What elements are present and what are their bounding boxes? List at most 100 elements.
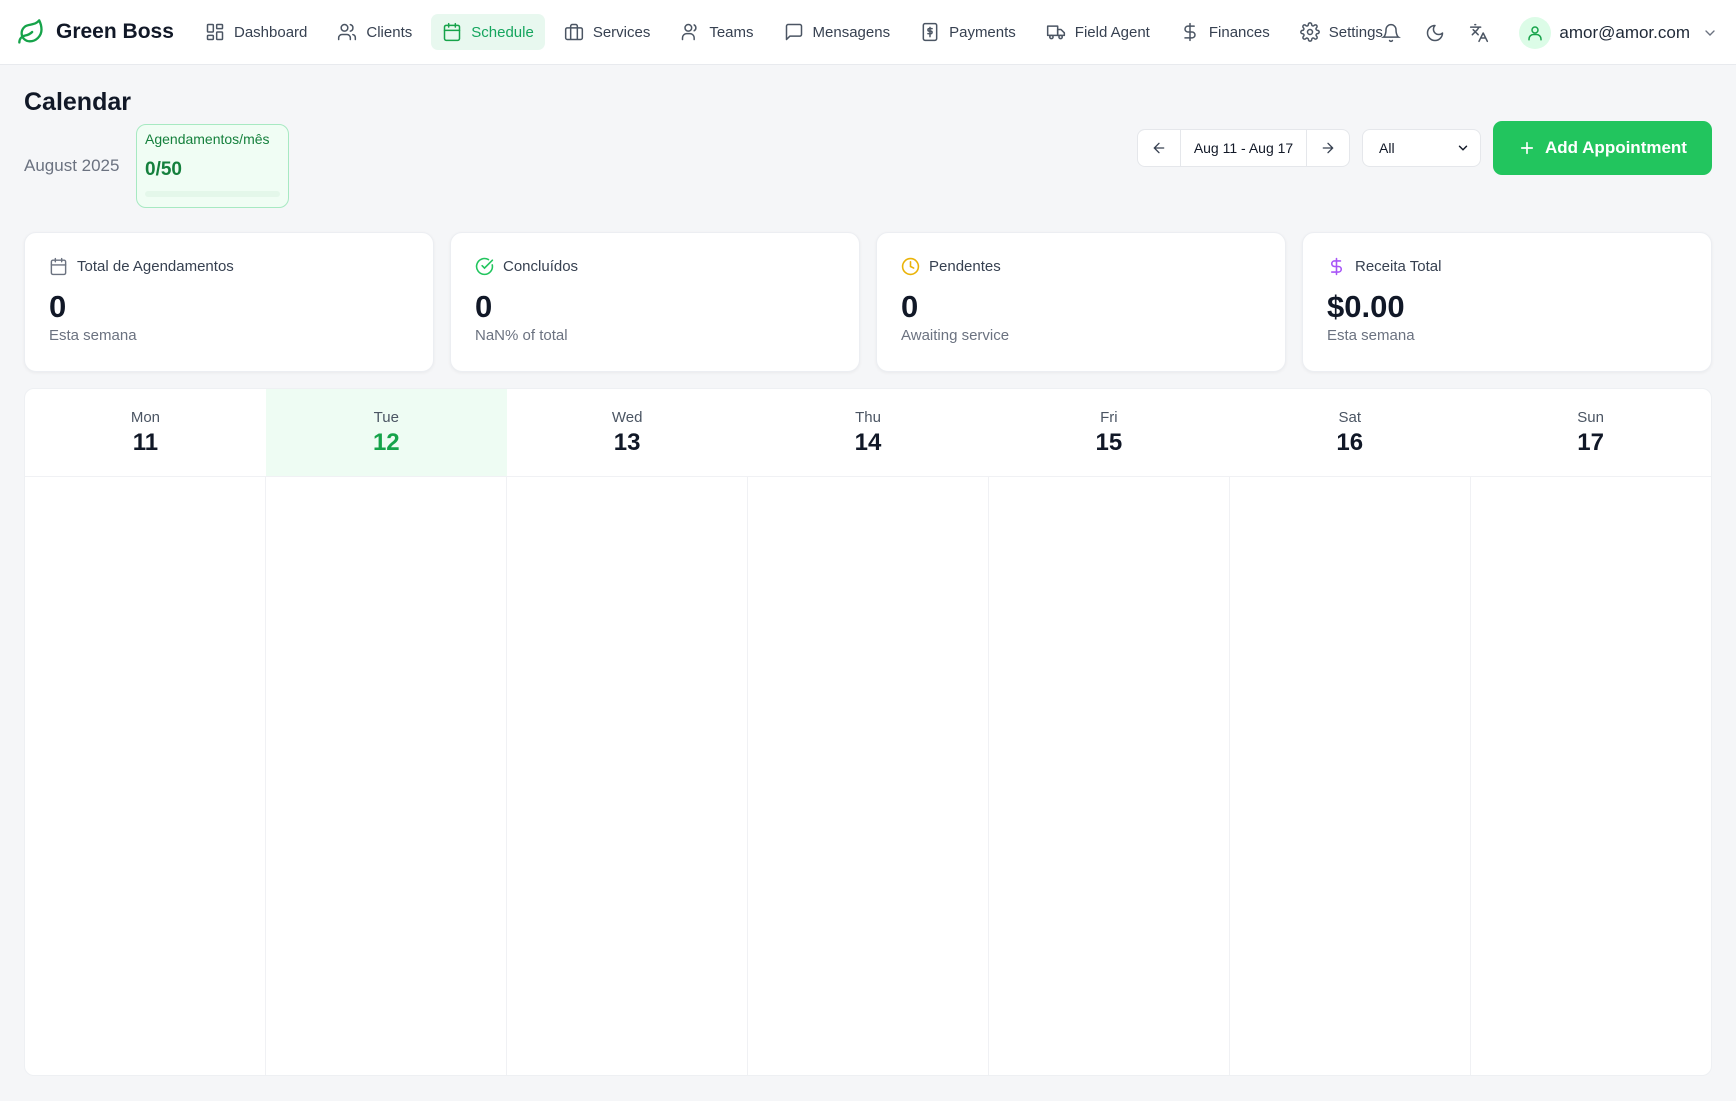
theme-toggle-button[interactable] <box>1421 19 1449 47</box>
bell-icon <box>1381 23 1402 42</box>
day-column-thu[interactable] <box>748 477 989 1075</box>
calendar-header: Mon 11 Tue 12 Wed 13 Thu 14 Fri 15 Sat 1… <box>25 389 1711 477</box>
week-calendar: Mon 11 Tue 12 Wed 13 Thu 14 Fri 15 Sat 1… <box>24 388 1712 1076</box>
day-column-sun[interactable] <box>1471 477 1711 1075</box>
nav-item-label: Services <box>592 23 651 41</box>
week-range-label: Aug 11 - Aug 17 <box>1180 130 1307 166</box>
page-title: Calendar <box>24 88 131 116</box>
day-number: 12 <box>372 428 400 456</box>
day-number: 13 <box>613 428 641 456</box>
day-column-tue[interactable] <box>266 477 507 1075</box>
add-appointment-label: Add Appointment <box>1545 138 1687 157</box>
quota-value: 0/50 <box>145 159 182 180</box>
stat-value: 0 <box>49 289 67 324</box>
dollar-icon <box>1330 257 1342 276</box>
nav-item-services[interactable]: Services <box>553 14 662 50</box>
day-column-sat[interactable] <box>1230 477 1471 1075</box>
stat-label: Concluídos <box>503 258 579 275</box>
truck-icon <box>1046 25 1065 40</box>
receipt-icon <box>922 22 938 42</box>
stat-subtext: Esta semana <box>1327 327 1415 344</box>
stat-value: $0.00 <box>1327 289 1405 324</box>
user-menu[interactable]: amor@amor.com <box>1519 16 1718 49</box>
chevron-down-icon <box>1458 145 1468 151</box>
notifications-button[interactable] <box>1377 19 1405 47</box>
nav-item-clients[interactable]: Clients <box>326 14 423 50</box>
calendar-icon <box>50 257 67 276</box>
stat-label: Total de Agendamentos <box>77 258 234 275</box>
nav-item-label: Schedule <box>471 23 534 41</box>
brand-name: Green Boss <box>56 20 174 43</box>
arrow-left-icon <box>1153 142 1165 154</box>
day-name: Thu <box>855 408 881 426</box>
nav-item-payments[interactable]: Payments <box>909 14 1027 50</box>
stat-subtext: Awaiting service <box>901 327 1010 344</box>
chevron-down-icon <box>1705 29 1715 36</box>
nav-item-field-agent[interactable]: Field Agent <box>1035 14 1161 50</box>
main-nav: Dashboard Clients Schedule Services Team… <box>194 0 1402 64</box>
day-name: Mon <box>130 408 161 426</box>
day-number: 16 <box>1336 428 1364 456</box>
day-number: 17 <box>1577 428 1604 456</box>
day-header-sat[interactable]: Sat 16 <box>1229 389 1470 476</box>
day-header-fri[interactable]: Fri 15 <box>988 389 1229 476</box>
translate-icon <box>1470 23 1489 42</box>
brand[interactable]: Green Boss <box>16 17 194 47</box>
month-label: August 2025 <box>24 156 120 175</box>
next-week-button[interactable] <box>1307 130 1349 166</box>
quota-label: Agendamentos/mês <box>145 131 270 147</box>
nav-item-teams[interactable]: Teams <box>669 14 764 50</box>
nav-item-label: Dashboard <box>234 23 308 41</box>
day-number: 15 <box>1095 428 1123 456</box>
monthly-quota-card: Agendamentos/mês 0/50 <box>136 124 289 208</box>
check-circle-icon <box>475 257 494 276</box>
message-icon <box>785 23 802 41</box>
stat-label: Receita Total <box>1355 258 1442 275</box>
team-icon <box>682 23 697 41</box>
week-navigator: Aug 11 - Aug 17 <box>1137 129 1350 167</box>
calendar-body <box>25 477 1711 1075</box>
language-button[interactable] <box>1465 19 1493 47</box>
day-header-mon[interactable]: Mon 11 <box>25 389 266 476</box>
dollar-icon <box>1184 22 1196 42</box>
stats-row: Total de Agendamentos 0 Esta semana Conc… <box>24 232 1712 372</box>
day-column-mon[interactable] <box>25 477 266 1075</box>
day-name: Tue <box>373 408 399 426</box>
stat-subtext: NaN% of total <box>475 327 568 344</box>
day-header-tue[interactable]: Tue 12 <box>265 389 507 476</box>
top-navigation-bar: Green Boss Dashboard Clients Schedule Se… <box>0 0 1736 65</box>
day-name: Fri <box>1100 408 1118 426</box>
gear-icon <box>1299 22 1320 42</box>
filter-select[interactable]: All <box>1362 129 1481 167</box>
nav-item-label: Field Agent <box>1074 23 1150 41</box>
stat-card-completed: Concluídos 0 NaN% of total <box>450 232 860 372</box>
day-header-thu[interactable]: Thu 14 <box>748 389 989 476</box>
stat-card-pending: Pendentes 0 Awaiting service <box>876 232 1286 372</box>
day-column-wed[interactable] <box>507 477 748 1075</box>
nav-item-finances[interactable]: Finances <box>1169 14 1281 50</box>
nav-item-label: Mensagens <box>812 23 891 41</box>
day-header-sun[interactable]: Sun 17 <box>1470 389 1711 476</box>
nav-item-schedule[interactable]: Schedule <box>431 14 545 50</box>
nav-item-label: Clients <box>366 23 413 41</box>
plus-icon <box>1520 141 1534 155</box>
day-name: Sun <box>1577 408 1604 426</box>
dashboard-icon <box>206 23 224 41</box>
moon-icon <box>1427 24 1444 41</box>
stat-value: 0 <box>901 289 919 324</box>
user-icon <box>1528 25 1543 40</box>
stat-value: 0 <box>475 289 493 324</box>
day-number: 14 <box>854 428 882 456</box>
day-column-fri[interactable] <box>989 477 1230 1075</box>
nav-item-dashboard[interactable]: Dashboard <box>194 14 318 50</box>
add-appointment-button[interactable]: Add Appointment <box>1493 121 1712 175</box>
stat-card-total: Total de Agendamentos 0 Esta semana <box>24 232 434 372</box>
day-name: Wed <box>611 408 643 426</box>
previous-week-button[interactable] <box>1138 130 1180 166</box>
calendar-icon <box>444 22 461 42</box>
day-number: 11 <box>132 428 159 456</box>
nav-item-mensagens[interactable]: Mensagens <box>773 14 902 50</box>
day-header-wed[interactable]: Wed 13 <box>507 389 748 476</box>
leaf-logo-icon <box>16 17 46 47</box>
clock-icon <box>901 257 920 276</box>
